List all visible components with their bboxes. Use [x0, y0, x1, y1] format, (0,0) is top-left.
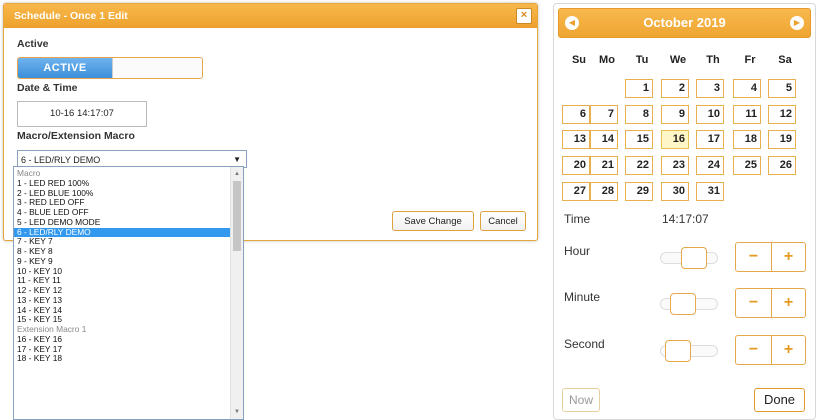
next-month-icon[interactable]: ▶ [790, 16, 804, 30]
calendar-day[interactable]: 10 [696, 105, 724, 124]
now-button[interactable]: Now [562, 388, 600, 412]
calendar-day[interactable]: 7 [590, 105, 618, 124]
plus-icon[interactable]: + [771, 243, 806, 271]
weekday-label: Tu [635, 54, 649, 66]
calendar-day[interactable]: 5 [768, 79, 796, 98]
weekday-label: Fr [744, 54, 756, 66]
calendar-day[interactable]: 4 [733, 79, 761, 98]
active-toggle-off[interactable] [112, 58, 202, 78]
calendar-day[interactable]: 27 [562, 182, 590, 201]
scroll-up-icon[interactable]: ▲ [231, 169, 243, 179]
calendar-header: ◀ October 2019 ▶ [558, 8, 811, 38]
minute-slider-handle[interactable] [670, 293, 696, 315]
second-stepper: − + [735, 335, 806, 365]
slider-label-second: Second [564, 337, 605, 351]
weekday-label: Th [706, 54, 720, 66]
active-toggle[interactable]: ACTIVE [17, 57, 203, 79]
month-title: October 2019 [643, 15, 726, 30]
calendar-day[interactable]: 24 [696, 156, 724, 175]
minus-icon[interactable]: − [736, 243, 772, 271]
hour-slider-handle[interactable] [681, 247, 707, 269]
calendar-day[interactable]: 21 [590, 156, 618, 175]
weekday-label: Mo [599, 54, 615, 66]
save-change-button[interactable]: Save Change [392, 211, 474, 231]
time-label: Time [564, 212, 591, 226]
plus-icon[interactable]: + [771, 336, 806, 364]
minus-icon[interactable]: − [736, 289, 772, 317]
calendar-day[interactable]: 9 [661, 105, 689, 124]
macro-dropdown-list[interactable]: Macro 1 - LED RED 100% 2 - LED BLUE 100% 3 … [13, 166, 244, 420]
slider-label-minute: Minute [564, 290, 601, 304]
calendar-day[interactable]: 23 [661, 156, 689, 175]
calendar-day[interactable]: 3 [696, 79, 724, 98]
datetime-label: Date & Time [17, 82, 78, 94]
active-toggle-on[interactable]: ACTIVE [18, 58, 112, 78]
calendar-day[interactable]: 31 [696, 182, 724, 201]
calendar-day[interactable]: 29 [625, 182, 653, 201]
dialog-title-bar: Schedule - Once 1 Edit × [4, 4, 537, 28]
macro-select-value: 6 - LED/RLY DEMO [21, 155, 101, 165]
done-button[interactable]: Done [754, 388, 805, 412]
calendar-day[interactable]: 2 [661, 79, 689, 98]
calendar-day[interactable]: 14 [590, 130, 618, 149]
calendar-day[interactable]: 25 [733, 156, 761, 175]
weekday-label: Sa [778, 54, 792, 66]
hour-stepper: − + [735, 242, 806, 272]
minute-stepper: − + [735, 288, 806, 318]
scrollbar-thumb[interactable] [233, 181, 241, 251]
minus-icon[interactable]: − [736, 336, 772, 364]
calendar-day[interactable]: 12 [768, 105, 796, 124]
plus-icon[interactable]: + [771, 289, 806, 317]
time-value: 14:17:07 [662, 212, 709, 226]
macro-options: Macro 1 - LED RED 100% 2 - LED BLUE 100% 3 … [14, 168, 230, 364]
cancel-button[interactable]: Cancel [480, 211, 526, 231]
macro-label: Macro/Extension Macro [17, 130, 135, 142]
dropdown-scrollbar[interactable]: ▲ ▼ [230, 167, 243, 419]
calendar-day[interactable]: 8 [625, 105, 653, 124]
calendar-day[interactable]: 19 [768, 130, 796, 149]
calendar-day[interactable]: 28 [590, 182, 618, 201]
calendar-day[interactable]: 17 [696, 130, 724, 149]
second-slider-handle[interactable] [665, 340, 691, 362]
calendar-day[interactable]: 18 [733, 130, 761, 149]
calendar-day-today[interactable]: 16 [661, 130, 689, 149]
second-slider[interactable] [660, 340, 718, 362]
calendar-day[interactable]: 30 [661, 182, 689, 201]
calendar-day[interactable]: 13 [562, 130, 590, 149]
weekday-label: Su [571, 54, 587, 66]
minute-slider[interactable] [660, 293, 718, 315]
calendar-day[interactable]: 11 [733, 105, 761, 124]
macro-option[interactable]: 18 - KEY 18 [14, 353, 230, 364]
slider-label-hour: Hour [564, 244, 591, 258]
close-icon[interactable]: × [516, 8, 532, 24]
datetime-input[interactable]: 10-16 14:17:07 [17, 101, 147, 127]
datetime-picker: ◀ October 2019 ▶ Su Mo Tu We Th Fr Sa 12345678… [553, 3, 816, 420]
calendar-day[interactable]: 26 [768, 156, 796, 175]
calendar-day[interactable]: 22 [625, 156, 653, 175]
active-label: Active [17, 38, 49, 50]
weekday-label: We [669, 54, 687, 66]
dialog-title: Schedule - Once 1 Edit [14, 10, 128, 22]
calendar-day[interactable]: 20 [562, 156, 590, 175]
calendar-day[interactable]: 6 [562, 105, 590, 124]
calendar-day[interactable]: 1 [625, 79, 653, 98]
hour-slider[interactable] [660, 247, 718, 269]
calendar-day[interactable]: 15 [625, 130, 653, 149]
scroll-down-icon[interactable]: ▼ [231, 407, 243, 417]
